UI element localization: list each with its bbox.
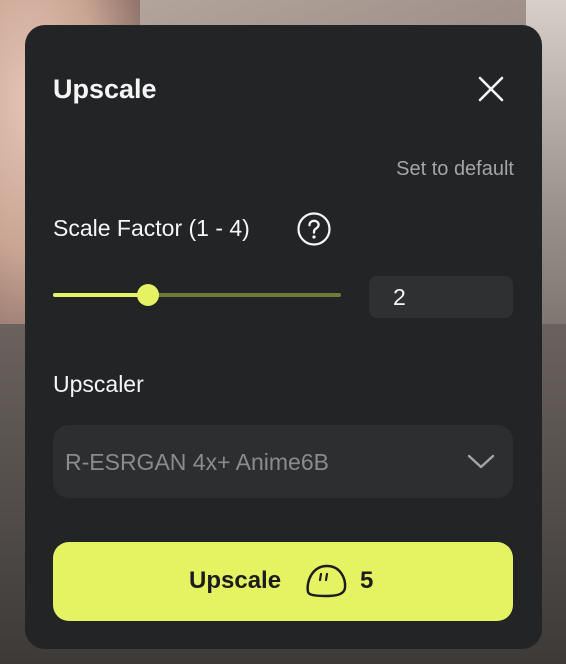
upscaler-selected-value: R-ESRGAN 4x+ Anime6B: [65, 449, 329, 475]
chevron-down-icon: [467, 454, 495, 469]
upscaler-label: Upscaler: [53, 371, 144, 397]
scale-factor-slider[interactable]: [53, 283, 341, 307]
slider-fill: [53, 293, 149, 297]
dialog-title: Upscale: [53, 74, 157, 104]
credit-count: 5: [360, 567, 374, 594]
upscale-button-label: Upscale: [189, 567, 282, 594]
set-to-default-link[interactable]: Set to default: [396, 158, 514, 181]
close-icon: [478, 76, 504, 102]
help-button[interactable]: [297, 212, 331, 246]
slider-thumb[interactable]: [137, 284, 160, 306]
close-button[interactable]: [477, 75, 505, 103]
upscale-button[interactable]: Upscale 5: [53, 542, 513, 621]
credit-icon: [306, 564, 347, 598]
upscaler-select[interactable]: R-ESRGAN 4x+ Anime6B: [53, 425, 513, 498]
scale-factor-input[interactable]: 2: [369, 276, 513, 318]
help-icon: [297, 212, 331, 246]
upscale-dialog: Upscale Set to default Scale Factor (1 -…: [25, 25, 542, 649]
scale-factor-label: Scale Factor (1 - 4): [53, 215, 250, 241]
